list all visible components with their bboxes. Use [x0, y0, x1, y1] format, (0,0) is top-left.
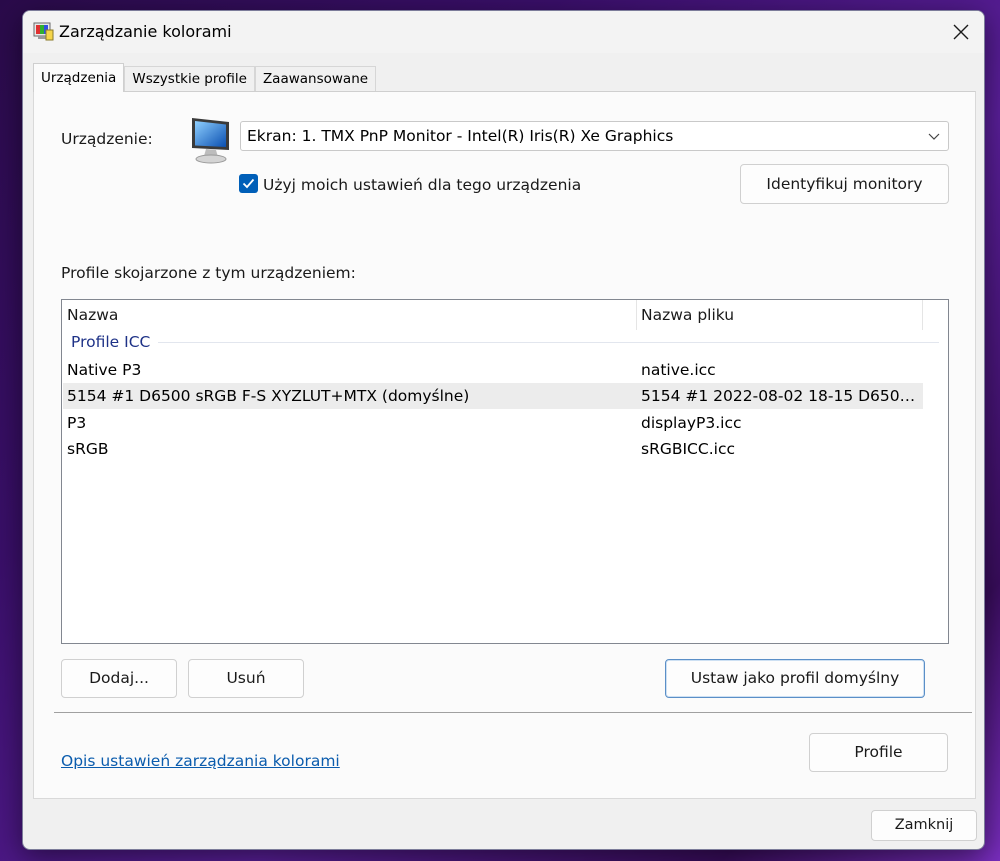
close-window-button[interactable]	[938, 11, 984, 53]
device-dropdown-value: Ekran: 1. TMX PnP Monitor - Intel(R) Iri…	[247, 127, 674, 145]
table-row[interactable]: Native P3 native.icc	[63, 357, 923, 383]
column-header-filename[interactable]: Nazwa pliku	[636, 300, 922, 330]
close-button[interactable]: Zamknij	[871, 810, 977, 841]
group-header-icc[interactable]: Profile ICC	[71, 333, 150, 351]
tab-advanced[interactable]: Zaawansowane	[254, 66, 377, 92]
device-dropdown[interactable]: Ekran: 1. TMX PnP Monitor - Intel(R) Iri…	[240, 121, 949, 151]
profile-name: Native P3	[67, 361, 142, 379]
profiles-button[interactable]: Profile	[809, 733, 948, 772]
help-link[interactable]: Opis ustawień zarządzania kolorami	[61, 752, 340, 770]
chevron-down-icon	[928, 133, 940, 140]
section-divider	[54, 712, 972, 713]
group-divider	[158, 342, 939, 343]
identify-monitors-button[interactable]: Identyfikuj monitory	[740, 164, 949, 204]
profile-filename: sRGBICC.icc	[641, 440, 735, 458]
profile-name: 5154 #1 D6500 sRGB F-S XYZLUT+MTX (domyś…	[67, 387, 470, 405]
column-header-name[interactable]: Nazwa	[62, 300, 636, 330]
monitor-icon	[192, 118, 229, 164]
set-default-profile-button[interactable]: Ustaw jako profil domyślny	[665, 659, 925, 698]
profile-filename: displayP3.icc	[641, 414, 742, 432]
device-label: Urządzenie:	[61, 130, 153, 148]
profile-name: sRGB	[67, 440, 109, 458]
profile-name: P3	[67, 414, 87, 432]
profiles-list[interactable]: Nazwa Nazwa pliku Profile ICC Native P3 …	[61, 299, 949, 644]
window-title: Zarządzanie kolorami	[59, 22, 232, 41]
table-row[interactable]: 5154 #1 D6500 sRGB F-S XYZLUT+MTX (domyś…	[63, 383, 923, 409]
profile-filename: native.icc	[641, 361, 716, 379]
table-row[interactable]: P3 displayP3.icc	[63, 410, 923, 436]
tab-all-profiles[interactable]: Wszystkie profile	[124, 66, 255, 92]
title-bar: Zarządzanie kolorami	[23, 11, 984, 53]
close-icon	[953, 24, 969, 40]
use-my-settings-label[interactable]: Użyj moich ustawień dla tego urządzenia	[263, 176, 581, 194]
column-separator[interactable]	[922, 300, 923, 330]
profile-filename: 5154 #1 2022-08-02 18-15 D6500 ...	[641, 387, 923, 405]
color-management-app-icon	[33, 22, 54, 41]
tab-strip: Urządzenia Wszystkie profile Zaawansowan…	[33, 63, 377, 92]
remove-profile-button[interactable]: Usuń	[188, 659, 304, 698]
use-my-settings-checkbox[interactable]	[239, 174, 258, 193]
color-management-window: Zarządzanie kolorami Urządzenia Wszystki…	[22, 10, 985, 850]
add-profile-button[interactable]: Dodaj...	[61, 659, 177, 698]
checkmark-icon	[242, 178, 255, 189]
table-row[interactable]: sRGB sRGBICC.icc	[63, 436, 923, 462]
devices-panel: Urządzenie: Ekran: 1. TMX PnP Monitor - …	[33, 91, 976, 799]
tab-devices[interactable]: Urządzenia	[33, 63, 125, 92]
associated-profiles-label: Profile skojarzone z tym urządzeniem:	[61, 264, 356, 282]
